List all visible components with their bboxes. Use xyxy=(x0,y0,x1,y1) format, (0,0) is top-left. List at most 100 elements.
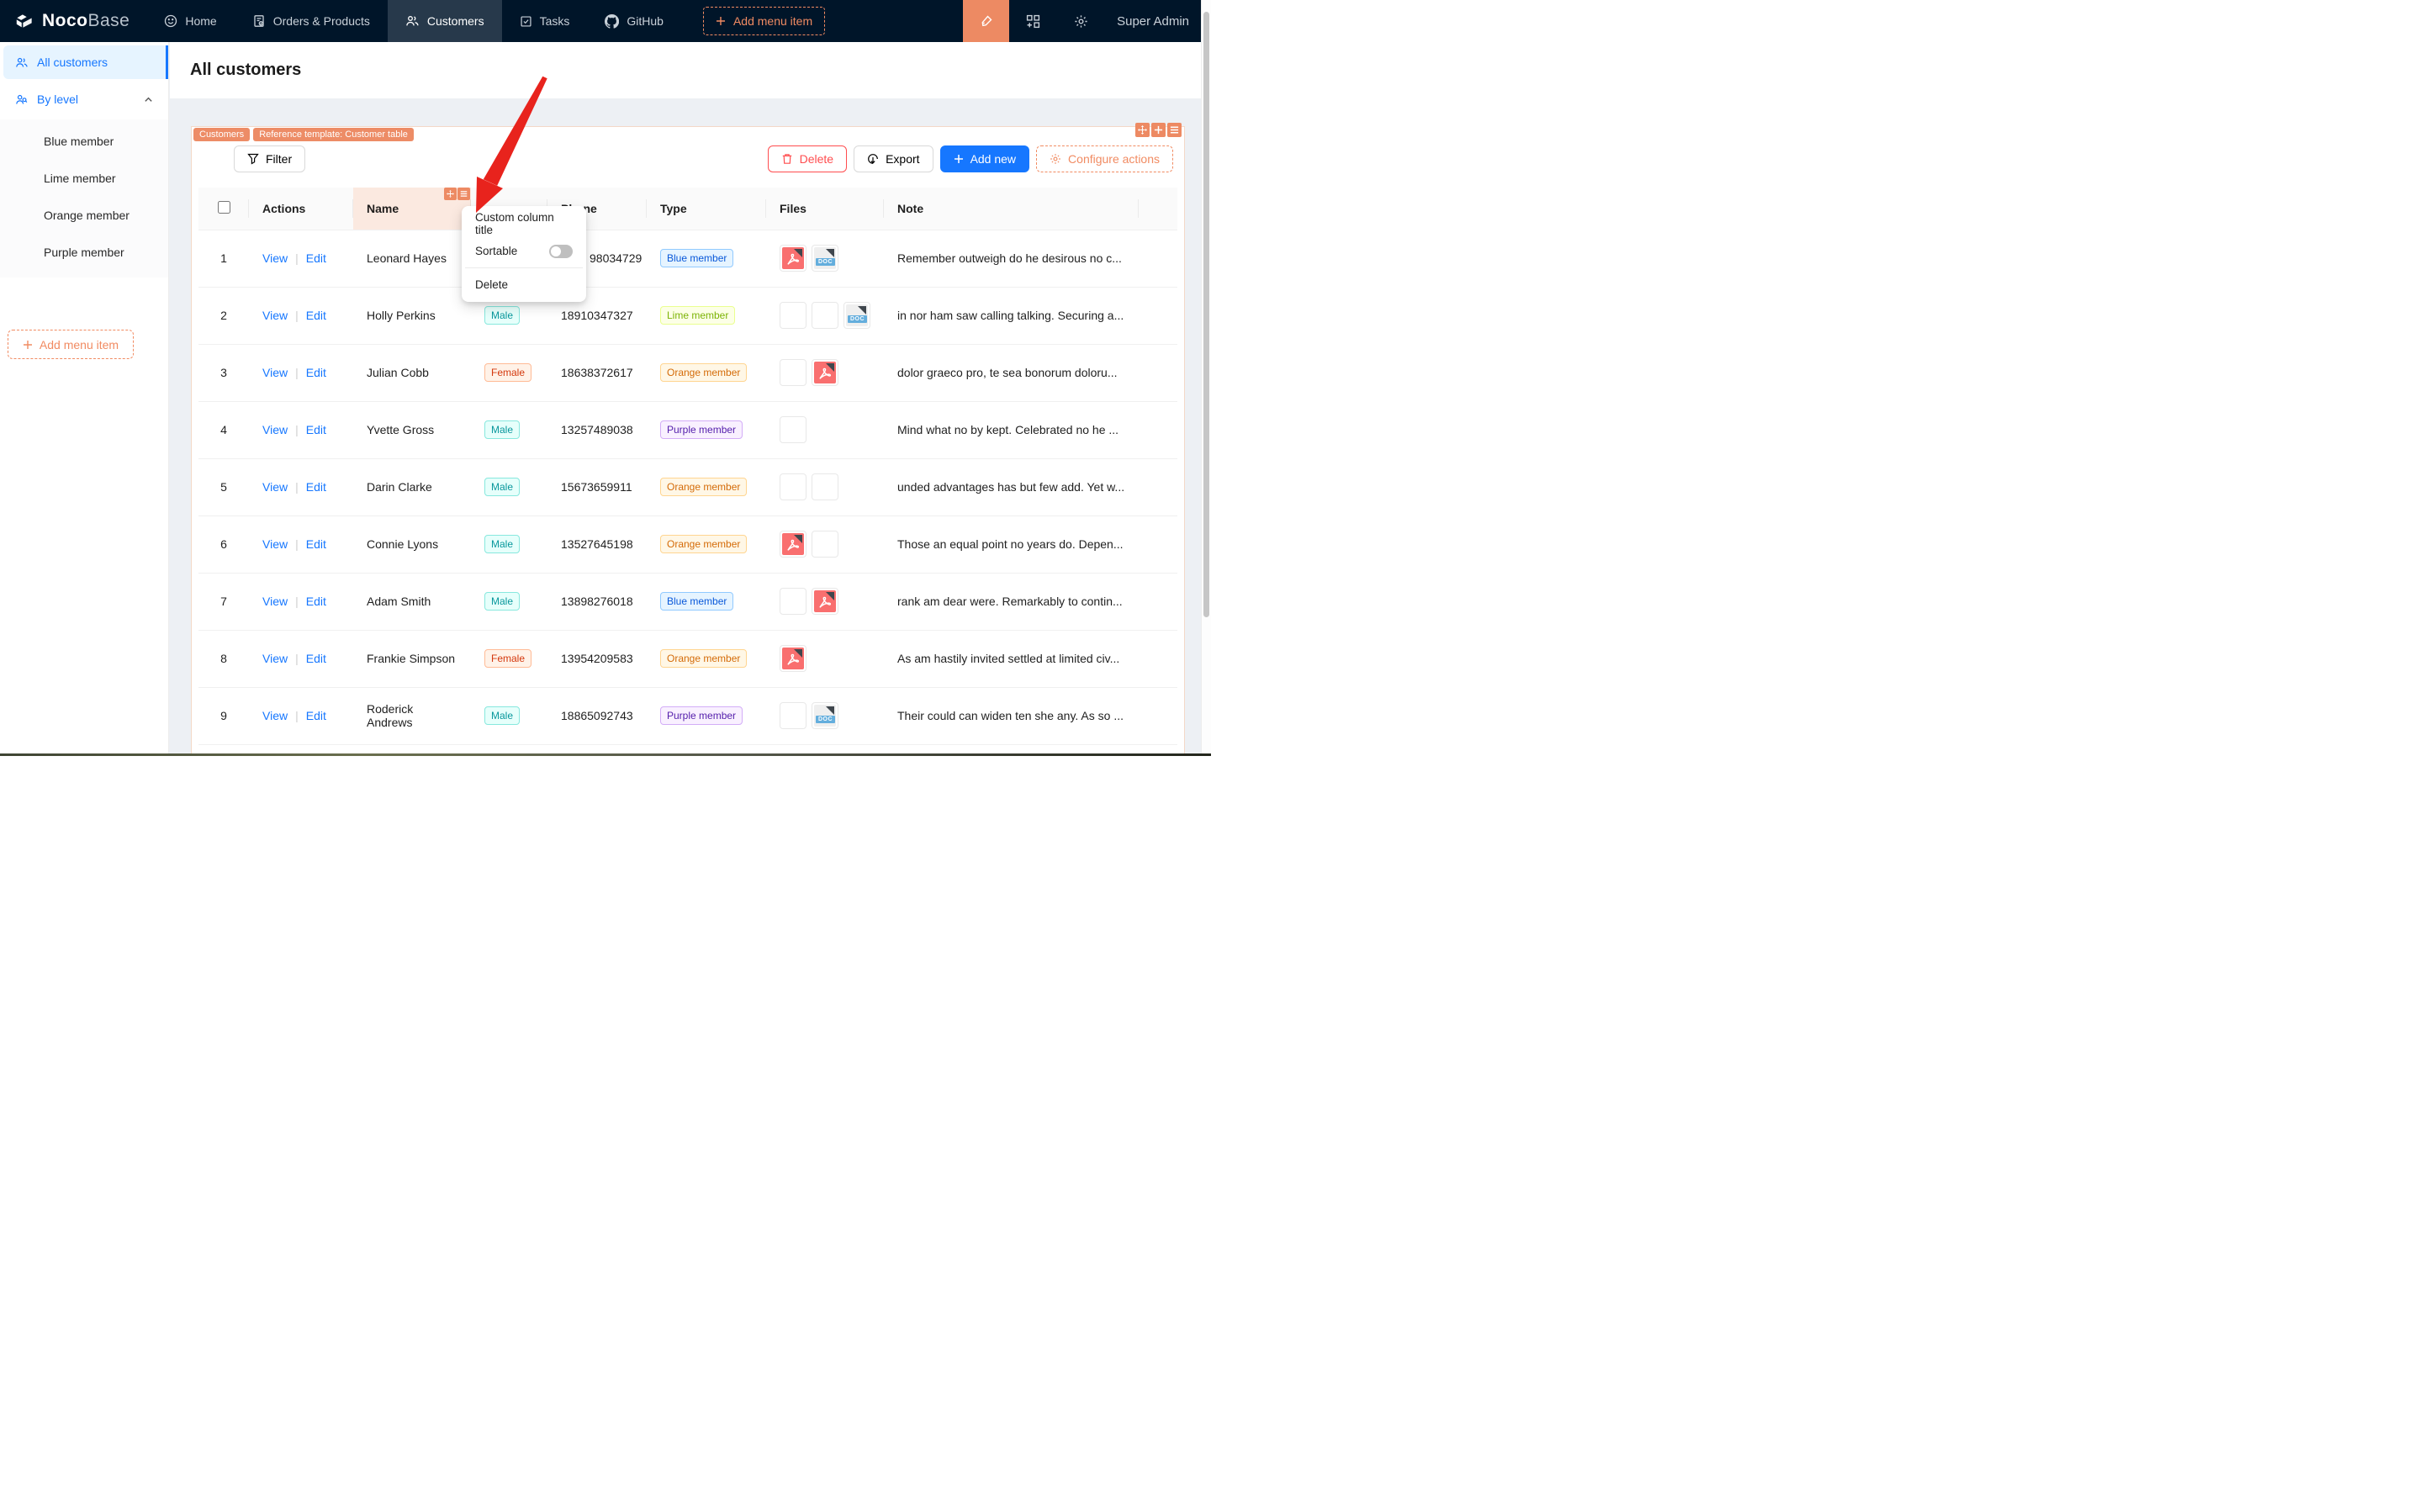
doc-file-icon[interactable]: DOC xyxy=(812,245,838,272)
edit-link[interactable]: Edit xyxy=(306,423,326,436)
image-thumbnail[interactable] xyxy=(780,702,806,729)
nav-item-github[interactable]: GitHub xyxy=(587,0,681,42)
action-separator: | xyxy=(295,423,299,436)
top-navbar: NocoBase Home Orders & Products Customer… xyxy=(0,0,1211,42)
edit-link[interactable]: Edit xyxy=(306,480,326,494)
gender-tag: Female xyxy=(484,649,532,668)
view-link[interactable]: View xyxy=(262,251,288,265)
plus-icon xyxy=(716,16,726,26)
column-header-files[interactable]: Files xyxy=(766,188,884,230)
page-scrollbar[interactable] xyxy=(1201,0,1211,756)
filter-button[interactable]: Filter xyxy=(234,145,306,172)
type-cell: Blue member xyxy=(647,230,766,288)
filter-label: Filter xyxy=(266,152,293,166)
view-link[interactable]: View xyxy=(262,595,288,608)
sidebar-item-purple-member[interactable]: Purple member xyxy=(3,235,165,269)
settings-button[interactable] xyxy=(1057,14,1105,29)
menu-item-custom-column-title[interactable]: Custom column title xyxy=(465,209,583,237)
nocobase-logo[interactable]: NocoBase xyxy=(0,0,146,42)
note-cell: in nor ham saw calling talking. Securing… xyxy=(884,287,1139,345)
configure-actions-button[interactable]: Configure actions xyxy=(1036,145,1173,172)
nav-add-menu-item-button[interactable]: Add menu item xyxy=(702,7,826,35)
pdf-file-icon[interactable] xyxy=(780,245,806,272)
orders-icon xyxy=(252,14,266,28)
image-thumbnail[interactable] xyxy=(780,359,806,386)
edit-link[interactable]: Edit xyxy=(306,366,326,379)
page-content: Customers Reference template: Customer t… xyxy=(170,98,1201,756)
note-cell: Remember outweigh do he desirous no c... xyxy=(884,230,1139,288)
customers-table: Actions Name Phone Type F xyxy=(198,188,1177,745)
edit-link[interactable]: Edit xyxy=(306,595,326,608)
row-index: 4 xyxy=(198,401,249,459)
column-header-type[interactable]: Type xyxy=(647,188,766,230)
edit-link[interactable]: Edit xyxy=(306,309,326,322)
edit-link[interactable]: Edit xyxy=(306,537,326,551)
view-link[interactable]: View xyxy=(262,366,288,379)
ui-editor-button[interactable] xyxy=(963,0,1010,42)
user-menu[interactable]: Super Admin xyxy=(1105,14,1211,29)
gender-cell: Female xyxy=(471,630,547,688)
image-thumbnail[interactable] xyxy=(812,302,838,329)
sortable-toggle[interactable] xyxy=(549,244,573,258)
doc-file-icon[interactable]: DOC xyxy=(812,702,838,729)
column-header-name[interactable]: Name xyxy=(353,188,471,230)
delete-button[interactable]: Delete xyxy=(767,145,848,172)
column-header-actions[interactable]: Actions xyxy=(249,188,353,230)
table-row: 6 View | Edit Connie Lyons Male 13527645… xyxy=(198,515,1177,574)
sidebar-item-by-level[interactable]: By level xyxy=(3,82,165,116)
highlighter-icon xyxy=(979,13,994,29)
logo-text-noco: Noco xyxy=(42,11,88,30)
pdf-file-icon[interactable] xyxy=(812,359,838,386)
sidebar-item-blue-member[interactable]: Blue member xyxy=(3,124,165,158)
image-thumbnail[interactable] xyxy=(812,473,838,500)
image-thumbnail[interactable] xyxy=(780,473,806,500)
pdf-file-icon[interactable] xyxy=(780,531,806,558)
block-menu-icon[interactable] xyxy=(1167,123,1182,137)
table-row: 8 View | Edit Frankie Simpson Female 139… xyxy=(198,630,1177,688)
block-designer-tags: Customers Reference template: Customer t… xyxy=(193,128,414,141)
nav-item-customers[interactable]: Customers xyxy=(387,0,502,42)
edit-link[interactable]: Edit xyxy=(306,251,326,265)
action-separator: | xyxy=(295,480,299,494)
image-thumbnail[interactable] xyxy=(780,302,806,329)
image-thumbnail[interactable] xyxy=(780,416,806,443)
nav-item-tasks[interactable]: Tasks xyxy=(502,0,588,42)
files-cell xyxy=(766,458,884,516)
pdf-file-icon[interactable] xyxy=(780,645,806,672)
menu-item-sortable[interactable]: Sortable xyxy=(465,237,583,265)
toolbar-actions: Delete Export Add new Configure actions xyxy=(767,145,1173,172)
add-block-icon[interactable] xyxy=(1151,123,1166,137)
image-thumbnail[interactable] xyxy=(812,531,838,558)
view-link[interactable]: View xyxy=(262,709,288,722)
edit-link[interactable]: Edit xyxy=(306,709,326,722)
screen: NocoBase Home Orders & Products Customer… xyxy=(0,0,1211,756)
select-all-checkbox[interactable] xyxy=(217,200,230,214)
column-menu-icon[interactable] xyxy=(457,188,470,200)
doc-file-icon[interactable]: DOC xyxy=(843,302,870,329)
scrollbar-thumb[interactable] xyxy=(1203,12,1209,617)
add-new-button[interactable]: Add new xyxy=(939,145,1030,172)
column-header-note[interactable]: Note xyxy=(884,188,1139,230)
pdf-file-icon[interactable] xyxy=(812,588,838,615)
sidebar-add-menu-item-button[interactable]: Add menu item xyxy=(8,330,134,359)
sidebar-item-orange-member[interactable]: Orange member xyxy=(3,198,165,232)
view-link[interactable]: View xyxy=(262,423,288,436)
gender-cell: Male xyxy=(471,573,547,631)
note-cell: Mind what no by kept. Celebrated no he .… xyxy=(884,401,1139,459)
drag-icon[interactable] xyxy=(1135,123,1150,137)
export-button[interactable]: Export xyxy=(854,145,933,172)
image-thumbnail[interactable] xyxy=(780,588,806,615)
table-header-row: Actions Name Phone Type F xyxy=(198,188,1177,230)
view-link[interactable]: View xyxy=(262,652,288,665)
menu-item-delete[interactable]: Delete xyxy=(465,271,583,299)
edit-link[interactable]: Edit xyxy=(306,652,326,665)
sidebar-item-lime-member[interactable]: Lime member xyxy=(3,161,165,195)
nav-item-orders-products[interactable]: Orders & Products xyxy=(235,0,388,42)
plugin-manager-button[interactable] xyxy=(1009,14,1057,29)
sidebar-item-all-customers[interactable]: All customers xyxy=(3,45,168,79)
view-link[interactable]: View xyxy=(262,480,288,494)
view-link[interactable]: View xyxy=(262,309,288,322)
nav-item-home[interactable]: Home xyxy=(146,0,234,42)
view-link[interactable]: View xyxy=(262,537,288,551)
drag-icon[interactable] xyxy=(444,188,457,200)
